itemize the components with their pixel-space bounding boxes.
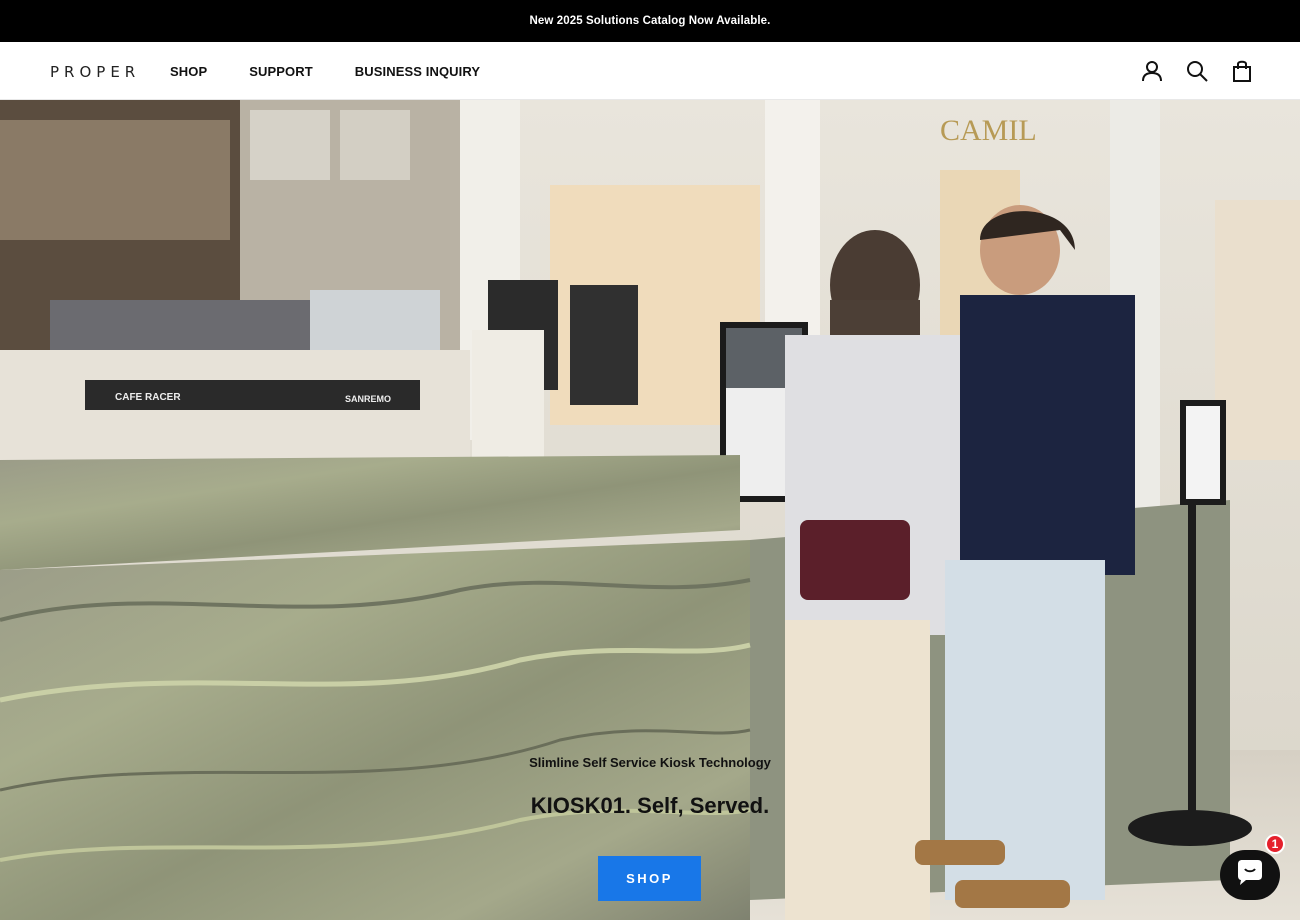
header-icons <box>1140 59 1254 83</box>
chat-button[interactable] <box>1220 850 1280 900</box>
nav-business-inquiry[interactable]: BUSINESS INQUIRY <box>355 64 480 79</box>
site-header: PROPER SHOP SUPPORT BUSINESS INQUIRY <box>0 42 1300 100</box>
main-nav: SHOP SUPPORT BUSINESS INQUIRY <box>170 64 522 79</box>
hero-banner: CAMIL CAFE RACER SANREMO Slimline Self S… <box>0 100 1300 920</box>
hero-headline: KIOSK01. Self, Served. <box>530 793 770 818</box>
account-icon[interactable] <box>1140 59 1164 83</box>
nav-shop[interactable]: SHOP <box>170 64 207 79</box>
chat-bubble-icon <box>1234 858 1266 893</box>
hero-subtitle: Slimline Self Service Kiosk Technology <box>529 755 771 770</box>
nav-support[interactable]: SUPPORT <box>249 64 313 79</box>
search-icon[interactable] <box>1185 59 1209 83</box>
announcement-bar[interactable]: New 2025 Solutions Catalog Now Available… <box>0 0 1300 42</box>
logo[interactable]: PROPER <box>50 63 140 81</box>
hero-content: Slimline Self Service Kiosk Technology K… <box>0 100 1300 920</box>
hero-shop-button[interactable]: SHOP <box>598 856 701 901</box>
chat-notification-badge: 1 <box>1265 834 1285 854</box>
cart-icon[interactable] <box>1230 59 1254 83</box>
announcement-text[interactable]: New 2025 Solutions Catalog Now Available… <box>530 15 771 27</box>
